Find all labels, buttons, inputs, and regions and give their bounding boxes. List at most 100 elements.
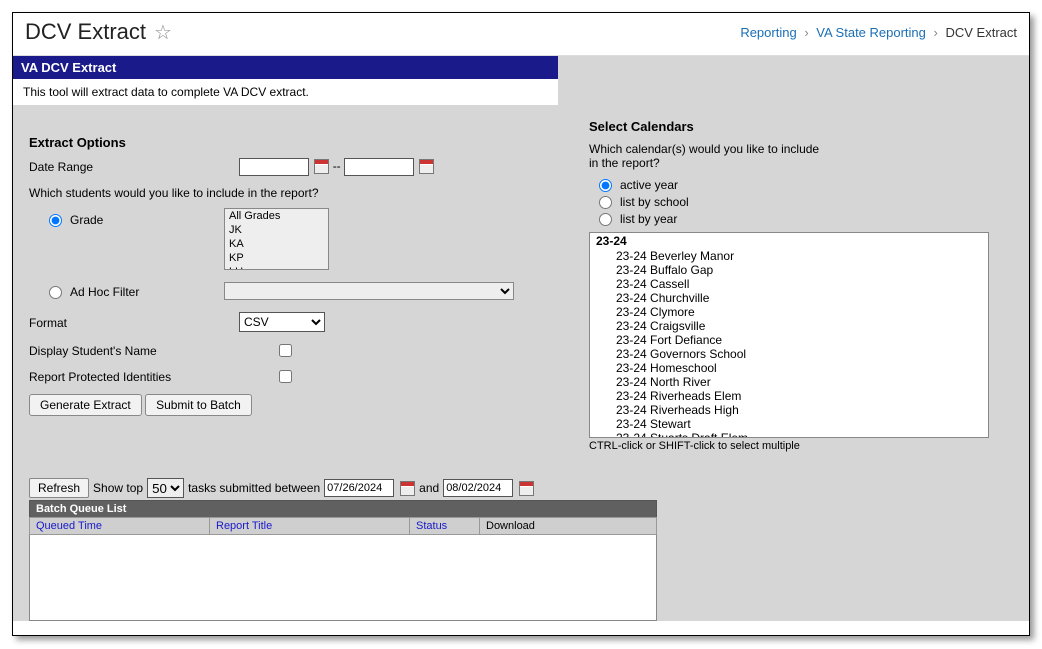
batch-controls: Refresh Show top 50 tasks submitted betw…	[29, 478, 657, 498]
date-range-inputs: --	[239, 158, 434, 176]
calendar-option[interactable]: 23-24 Churchville	[590, 291, 988, 305]
chevron-right-icon: ›	[804, 25, 808, 40]
grade-option[interactable]: KP	[225, 251, 328, 265]
list-by-school-radio[interactable]	[599, 196, 612, 209]
generate-extract-button[interactable]: Generate Extract	[29, 394, 142, 416]
list-by-year-label: list by year	[620, 212, 677, 226]
submit-to-batch-button[interactable]: Submit to Batch	[145, 394, 252, 416]
date-range-label: Date Range	[29, 158, 239, 174]
adhoc-filter-select[interactable]	[224, 282, 514, 300]
calendar-option[interactable]: 23-24 Craigsville	[590, 319, 988, 333]
batch-queue-area: Refresh Show top 50 tasks submitted betw…	[29, 478, 657, 621]
refresh-button[interactable]: Refresh	[29, 478, 89, 498]
grade-radio-wrap: Grade	[29, 211, 224, 227]
calendar-icon[interactable]	[519, 481, 534, 496]
module-description: This tool will extract data to complete …	[13, 79, 558, 105]
batch-date-start-input[interactable]	[324, 479, 394, 497]
tasks-between-label: tasks submitted between	[188, 481, 320, 495]
module-title-bar: VA DCV Extract	[13, 56, 558, 79]
grade-option[interactable]: KA	[225, 237, 328, 251]
extract-options-heading: Extract Options	[29, 135, 549, 150]
select-calendars-panel: Select Calendars Which calendar(s) would…	[589, 115, 999, 452]
calendars-prompt-line2: in the report?	[589, 156, 999, 170]
multiselect-hint: CTRL-click or SHIFT-click to select mult…	[589, 440, 999, 452]
list-by-school-row: list by school	[599, 195, 999, 209]
date-range-end-input[interactable]	[344, 158, 414, 176]
format-label: Format	[29, 314, 239, 330]
calendars-prompt-line1: Which calendar(s) would you like to incl…	[589, 142, 999, 156]
display-name-row: Display Student's Name	[29, 342, 549, 358]
batch-queue-table: Queued Time Report Title Status Download	[29, 517, 657, 535]
grade-radio[interactable]	[49, 214, 62, 227]
breadcrumb-current: DCV Extract	[945, 25, 1017, 40]
col-download: Download	[480, 518, 657, 535]
calendar-icon[interactable]	[419, 159, 434, 174]
calendar-icon[interactable]	[314, 159, 329, 174]
adhoc-radio-wrap: Ad Hoc Filter	[29, 283, 224, 299]
page-body: VA DCV Extract This tool will extract da…	[13, 56, 1029, 621]
breadcrumb-va-state-reporting[interactable]: VA State Reporting	[816, 25, 926, 40]
students-prompt: Which students would you like to include…	[29, 186, 549, 200]
calendar-listbox[interactable]: 23-2423-24 Beverley Manor23-24 Buffalo G…	[589, 232, 989, 438]
protected-label: Report Protected Identities	[29, 368, 279, 384]
table-header-row: Queued Time Report Title Status Download	[30, 518, 657, 535]
calendar-option[interactable]: 23-24 Homeschool	[590, 361, 988, 375]
calendar-option[interactable]: 23-24 Buffalo Gap	[590, 263, 988, 277]
show-top-select[interactable]: 50	[147, 478, 184, 498]
col-report-title[interactable]: Report Title	[210, 518, 410, 535]
col-status[interactable]: Status	[410, 518, 480, 535]
breadcrumb: Reporting › VA State Reporting › DCV Ext…	[740, 25, 1017, 40]
format-row: Format CSV	[29, 312, 549, 332]
and-label: and	[419, 481, 439, 495]
favorite-star-icon[interactable]: ☆	[154, 20, 172, 45]
grade-row: Grade All GradesJKKAKPLU	[29, 208, 549, 270]
adhoc-radio[interactable]	[49, 286, 62, 299]
page-frame: DCV Extract ☆ Reporting › VA State Repor…	[12, 12, 1030, 636]
show-top-label: Show top	[93, 481, 143, 495]
calendar-option[interactable]: 23-24 Governors School	[590, 347, 988, 361]
grade-option[interactable]: All Grades	[225, 209, 328, 223]
calendar-option[interactable]: 23-24 Riverheads High	[590, 403, 988, 417]
date-range-separator: --	[333, 159, 341, 173]
date-range-start-input[interactable]	[239, 158, 309, 176]
page-title: DCV Extract	[25, 19, 146, 45]
col-queued-time[interactable]: Queued Time	[30, 518, 210, 535]
list-by-school-label: list by school	[620, 195, 689, 209]
protected-checkbox[interactable]	[279, 370, 292, 383]
page-title-wrap: DCV Extract ☆	[25, 19, 172, 45]
select-calendars-heading: Select Calendars	[589, 119, 999, 134]
display-name-label: Display Student's Name	[29, 342, 279, 358]
batch-queue-list-header: Batch Queue List	[29, 500, 657, 517]
grade-label: Grade	[70, 213, 103, 227]
calendar-option[interactable]: 23-24 North River	[590, 375, 988, 389]
grade-option[interactable]: LU	[225, 265, 328, 270]
calendar-icon[interactable]	[400, 481, 415, 496]
content-columns: Extract Options Date Range -- Which stud…	[13, 105, 1029, 468]
list-by-year-row: list by year	[599, 212, 999, 226]
display-name-checkbox[interactable]	[279, 344, 292, 357]
adhoc-row: Ad Hoc Filter	[29, 280, 549, 302]
calendar-option[interactable]: 23-24 Clymore	[590, 305, 988, 319]
list-by-year-radio[interactable]	[599, 213, 612, 226]
action-buttons: Generate Extract Submit to Batch	[29, 394, 549, 416]
active-year-row: active year	[599, 178, 999, 192]
calendar-option[interactable]: 23-24 Stewart	[590, 417, 988, 431]
grade-option[interactable]: JK	[225, 223, 328, 237]
calendar-option[interactable]: 23-24 Fort Defiance	[590, 333, 988, 347]
active-year-radio[interactable]	[599, 179, 612, 192]
calendar-option[interactable]: 23-24 Cassell	[590, 277, 988, 291]
calendar-option[interactable]: 23-24 Beverley Manor	[590, 249, 988, 263]
batch-date-end-input[interactable]	[443, 479, 513, 497]
page-header: DCV Extract ☆ Reporting › VA State Repor…	[13, 13, 1029, 56]
adhoc-label: Ad Hoc Filter	[70, 285, 139, 299]
breadcrumb-reporting[interactable]: Reporting	[740, 25, 796, 40]
format-select[interactable]: CSV	[239, 312, 325, 332]
grade-multiselect[interactable]: All GradesJKKAKPLU	[224, 208, 329, 270]
calendar-option[interactable]: 23-24 Stuarts Draft Elem	[590, 431, 988, 438]
calendar-option[interactable]: 23-24 Riverheads Elem	[590, 389, 988, 403]
extract-options-panel: Extract Options Date Range -- Which stud…	[29, 115, 549, 416]
protected-row: Report Protected Identities	[29, 368, 549, 384]
batch-queue-empty-body	[29, 535, 657, 621]
calendar-year-group[interactable]: 23-24	[590, 233, 988, 249]
date-range-row: Date Range --	[29, 158, 549, 176]
